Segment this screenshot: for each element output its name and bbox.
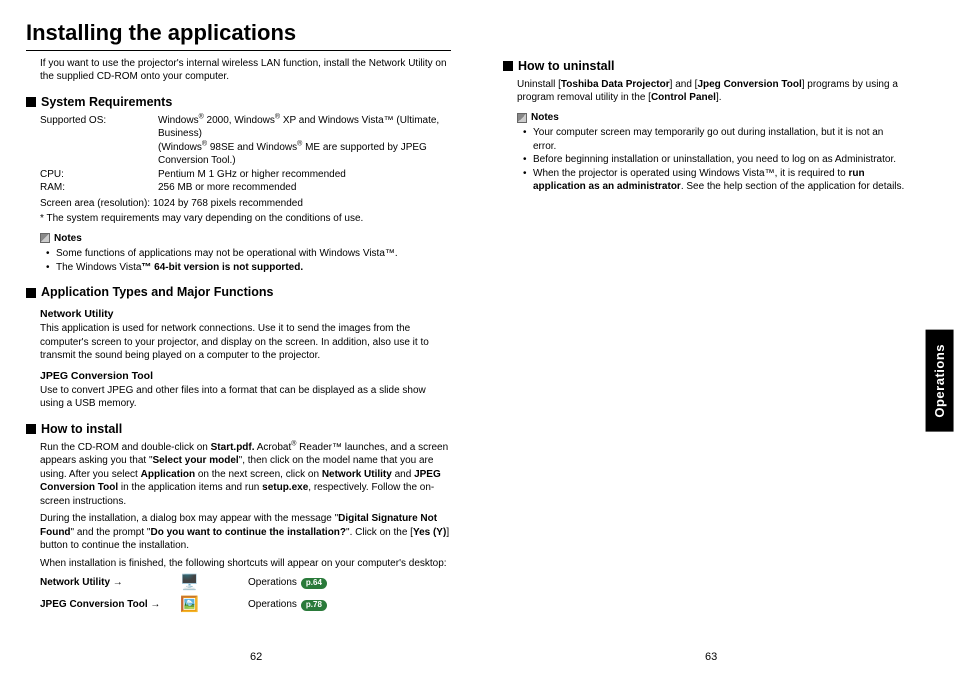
- sysreq-footnote: * The system requirements may vary depen…: [40, 212, 451, 226]
- list-item: Before beginning installation or uninsta…: [523, 153, 906, 167]
- ram-value: 256 MB or more recommended: [158, 181, 451, 195]
- install-body: Run the CD-ROM and double-click on Start…: [40, 441, 451, 615]
- os-value-1: Windows® 2000, Windows® XP and Windows V…: [158, 114, 451, 141]
- list-item: When the projector is operated using Win…: [523, 167, 906, 194]
- list-item: Some functions of applications may not b…: [46, 247, 451, 261]
- sc1-label: Network Utility →: [40, 576, 180, 590]
- sysreq-body: Supported OS:Windows® 2000, Windows® XP …: [40, 114, 451, 275]
- ram-label: RAM:: [40, 181, 158, 195]
- sysreq-notes-heading: Notes: [40, 232, 451, 246]
- jc-body: Use to convert JPEG and other files into…: [40, 384, 451, 411]
- right-page: How to uninstall Uninstall [Toshiba Data…: [477, 0, 932, 194]
- list-item: Your computer screen may temporarily go …: [523, 126, 906, 153]
- page-number-left: 62: [250, 650, 262, 665]
- nu-title: Network Utility: [40, 307, 451, 321]
- apptypes-heading: Application Types and Major Functions: [26, 284, 451, 301]
- shortcut-row: JPEG Conversion Tool → 🖼️ Operationsp.78: [40, 596, 451, 614]
- screen-res: Screen area (resolution): 1024 by 768 pi…: [40, 197, 451, 211]
- left-page: Installing the applications If you want …: [0, 0, 477, 618]
- cpu-value: Pentium M 1 GHz or higher recommended: [158, 168, 451, 182]
- sc2-op: Operationsp.78: [248, 598, 327, 612]
- nu-body: This application is used for network con…: [40, 322, 451, 363]
- notes-icon: [517, 113, 527, 123]
- section-tab: Operations: [926, 330, 954, 432]
- sc2-label: JPEG Conversion Tool →: [40, 598, 180, 612]
- uninstall-heading: How to uninstall: [503, 58, 906, 75]
- install-heading: How to install: [26, 421, 451, 438]
- install-p2: During the installation, a dialog box ma…: [40, 512, 451, 553]
- apptypes-body: Network Utility This application is used…: [40, 307, 451, 411]
- page-number-right: 63: [705, 650, 717, 665]
- shortcut-row: Network Utility → 🖥️ Operationsp.64: [40, 574, 451, 592]
- page-title: Installing the applications: [26, 18, 451, 51]
- cpu-label: CPU:: [40, 168, 158, 182]
- install-p3: When installation is finished, the follo…: [40, 557, 451, 571]
- sysreq-notes-list: Some functions of applications may not b…: [46, 247, 451, 274]
- list-item: The Windows Vista™ 64-bit version is not…: [46, 261, 451, 275]
- uninstall-notes-heading: Notes: [517, 111, 906, 125]
- jpeg-tool-icon: 🖼️: [180, 596, 198, 614]
- intro-text: If you want to use the projector's inter…: [40, 57, 451, 84]
- os-label: Supported OS:: [40, 114, 158, 141]
- sysreq-heading: System Requirements: [26, 94, 451, 111]
- uninstall-notes-list: Your computer screen may temporarily go …: [523, 126, 906, 194]
- uninstall-text: Uninstall [Toshiba Data Projector] and […: [517, 78, 906, 105]
- install-p1: Run the CD-ROM and double-click on Start…: [40, 441, 451, 509]
- sc1-op: Operationsp.64: [248, 576, 327, 590]
- uninstall-body: Uninstall [Toshiba Data Projector] and […: [517, 78, 906, 194]
- page-ref-pill: p.78: [301, 600, 327, 611]
- notes-icon: [40, 233, 50, 243]
- network-utility-icon: 🖥️: [180, 574, 198, 592]
- jc-title: JPEG Conversion Tool: [40, 369, 451, 383]
- page-ref-pill: p.64: [301, 578, 327, 589]
- os-value-2: (Windows® 98SE and Windows® ME are suppo…: [158, 141, 451, 168]
